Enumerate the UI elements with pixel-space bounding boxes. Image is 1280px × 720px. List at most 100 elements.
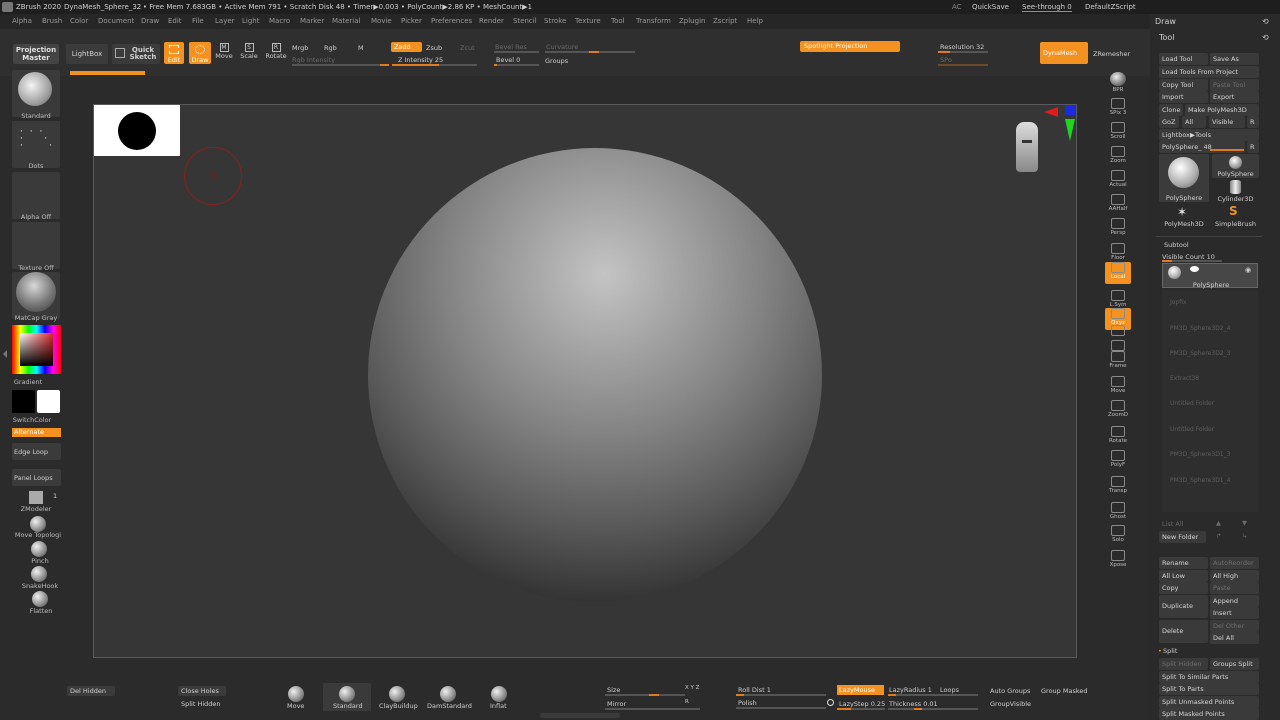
- roll-dist-slider[interactable]: Roll Dist 1: [738, 686, 771, 694]
- menu-movie[interactable]: Movie: [371, 17, 392, 25]
- menu-stroke[interactable]: Stroke: [544, 17, 566, 25]
- subtool-item[interactable]: Jopfix: [1170, 299, 1187, 306]
- save-as-button[interactable]: Save As: [1210, 53, 1259, 65]
- edit-button[interactable]: Edit: [164, 42, 184, 64]
- menu-material[interactable]: Material: [332, 17, 360, 25]
- menu-macro[interactable]: Macro: [269, 17, 290, 25]
- subtool-item[interactable]: PM3D_Sphere3D1_4: [1170, 477, 1230, 484]
- insert-button[interactable]: Insert: [1210, 607, 1259, 619]
- subtool-item[interactable]: Untitled Folder: [1170, 400, 1214, 407]
- tool-thumb-polysphere[interactable]: PolySphere: [1212, 154, 1259, 178]
- tool-palette-toggle-icon[interactable]: ⟲: [1262, 33, 1269, 42]
- brush-thumbnail[interactable]: [12, 70, 60, 117]
- size-slider[interactable]: Size: [607, 686, 620, 694]
- shelf-rotate-button[interactable]: Rotate: [1105, 426, 1131, 448]
- spotlight-projection-button[interactable]: Spotlight Projection: [800, 41, 900, 52]
- thickness-slider[interactable]: Thickness 0.01: [889, 700, 938, 708]
- z-intensity-slider[interactable]: Z Intensity 25: [398, 56, 443, 64]
- zcut-button[interactable]: Zcut: [460, 44, 475, 52]
- inflat-brush-icon[interactable]: [491, 686, 507, 702]
- draw-palette-header[interactable]: Draw: [1155, 17, 1176, 26]
- goz-all-button[interactable]: All: [1182, 116, 1206, 128]
- snakehook-label[interactable]: SnakeHook: [4, 582, 76, 590]
- shelf-local-button[interactable]: Local: [1105, 262, 1131, 284]
- menu-preferences[interactable]: Preferences: [431, 17, 472, 25]
- snakehook-icon[interactable]: [31, 566, 47, 582]
- menu-file[interactable]: File: [192, 17, 204, 25]
- polish-slider[interactable]: SPo: [940, 56, 952, 64]
- shelf-persp-button[interactable]: Persp: [1105, 218, 1131, 240]
- import-button[interactable]: Import: [1159, 91, 1208, 103]
- shelf-zoom-button[interactable]: Zoom: [1105, 146, 1131, 168]
- menu-zscript[interactable]: Zscript: [713, 17, 737, 25]
- flatten-icon[interactable]: [32, 591, 48, 607]
- rgb-intensity-slider[interactable]: Rgb Intensity: [292, 56, 335, 64]
- zadd-button[interactable]: Zadd: [391, 42, 422, 52]
- subtool-item[interactable]: PM3D_Sphere3D2_4: [1170, 325, 1230, 332]
- inflat-brush-label[interactable]: Inflat: [490, 702, 507, 710]
- move-brush-label[interactable]: Move: [287, 702, 304, 710]
- pinch-label[interactable]: Pinch: [4, 557, 76, 565]
- arrow-down-icon[interactable]: ▼: [1242, 519, 1247, 527]
- color-picker[interactable]: [12, 325, 61, 374]
- zmodeler-label[interactable]: ZModeler: [0, 505, 72, 513]
- menu-help[interactable]: Help: [747, 17, 763, 25]
- color-square[interactable]: [20, 333, 53, 366]
- all-low-button[interactable]: All Low: [1159, 570, 1208, 582]
- main-color-swatch[interactable]: [12, 390, 35, 413]
- shelf-collapse-icon[interactable]: [3, 350, 7, 358]
- copy-button[interactable]: Copy: [1159, 582, 1208, 594]
- shelf-spix-3-button[interactable]: SPix 3: [1105, 98, 1131, 120]
- auto-groups-button[interactable]: Auto Groups: [990, 687, 1030, 695]
- bevel-slider[interactable]: Bevel 0: [496, 56, 520, 64]
- shelf-polyf-button[interactable]: PolyF: [1105, 450, 1131, 472]
- menu-texture[interactable]: Texture: [575, 17, 601, 25]
- goz-r-button[interactable]: R: [1247, 116, 1259, 128]
- tool-palette-header[interactable]: Tool: [1159, 33, 1175, 42]
- symmetry-xyz-buttons[interactable]: X Y Z: [685, 685, 699, 691]
- rotate-button[interactable]: R Rotate: [264, 43, 288, 60]
- menu-document[interactable]: Document: [98, 17, 134, 25]
- split-to-parts-button[interactable]: Split To Parts: [1159, 683, 1259, 695]
- subtool-item[interactable]: PM3D_Sphere3D2_3: [1170, 350, 1230, 357]
- clone-button[interactable]: Clone: [1159, 104, 1183, 116]
- shelf-actual-button[interactable]: Actual: [1105, 170, 1131, 192]
- shelf-zoomd-button[interactable]: ZoomD: [1105, 400, 1131, 422]
- lightbox-tools-button[interactable]: Lightbox▶Tools: [1159, 129, 1259, 141]
- texture-thumbnail[interactable]: [12, 222, 60, 269]
- subtool-item[interactable]: Untitled Folder: [1170, 426, 1214, 433]
- damstandard-brush-label[interactable]: DamStandard: [427, 702, 472, 710]
- mirror-button[interactable]: Mirror: [607, 700, 626, 708]
- quick-sketch-button[interactable]: Quick Sketch: [112, 44, 160, 64]
- default-zscript[interactable]: DefaultZScript: [1085, 3, 1136, 11]
- paste-tool-button[interactable]: Paste Tool: [1210, 79, 1259, 91]
- gradient-label[interactable]: Gradient: [0, 378, 64, 386]
- tool-thumb-polymesh3d[interactable]: ✶ PolyMesh3D: [1159, 204, 1209, 228]
- m-button[interactable]: M: [358, 44, 364, 52]
- menu-edit[interactable]: Edit: [168, 17, 182, 25]
- shelf-frame-button[interactable]: Frame: [1105, 351, 1131, 373]
- menu-draw[interactable]: Draw: [141, 17, 159, 25]
- menu-stencil[interactable]: Stencil: [513, 17, 537, 25]
- subtool-item[interactable]: Extract38: [1170, 375, 1199, 382]
- flatten-label[interactable]: Flatten: [5, 607, 77, 615]
- groupvisible-button[interactable]: GroupVisible: [990, 700, 1031, 708]
- load-tool-button[interactable]: Load Tool: [1159, 53, 1208, 65]
- subtool-toggle-icon[interactable]: [1190, 266, 1199, 272]
- zmodeler-icon[interactable]: [29, 491, 43, 504]
- group-masked-button[interactable]: Group Masked: [1041, 687, 1088, 695]
- bevel-res-slider[interactable]: Bevel Res: [495, 43, 527, 51]
- close-holes-button[interactable]: Close Holes: [178, 686, 226, 696]
- alpha-thumbnail[interactable]: [12, 172, 60, 219]
- menu-picker[interactable]: Picker: [401, 17, 422, 25]
- zsub-button[interactable]: Zsub: [426, 44, 442, 52]
- lazystep-slider[interactable]: LazyStep 0.25: [839, 700, 885, 708]
- rename-button[interactable]: Rename: [1159, 557, 1208, 569]
- lightbox-button[interactable]: LightBox: [66, 44, 108, 64]
- tool-thumb-simplebrush[interactable]: S SimpleBrush: [1212, 204, 1259, 228]
- move-up-icon[interactable]: ↱: [1216, 532, 1221, 540]
- resolution-slider[interactable]: Resolution 32: [940, 43, 984, 51]
- menu-render[interactable]: Render: [479, 17, 504, 25]
- bottom-shelf-handle[interactable]: [540, 713, 620, 718]
- shelf-aahalf-button[interactable]: AAHalf: [1105, 194, 1131, 216]
